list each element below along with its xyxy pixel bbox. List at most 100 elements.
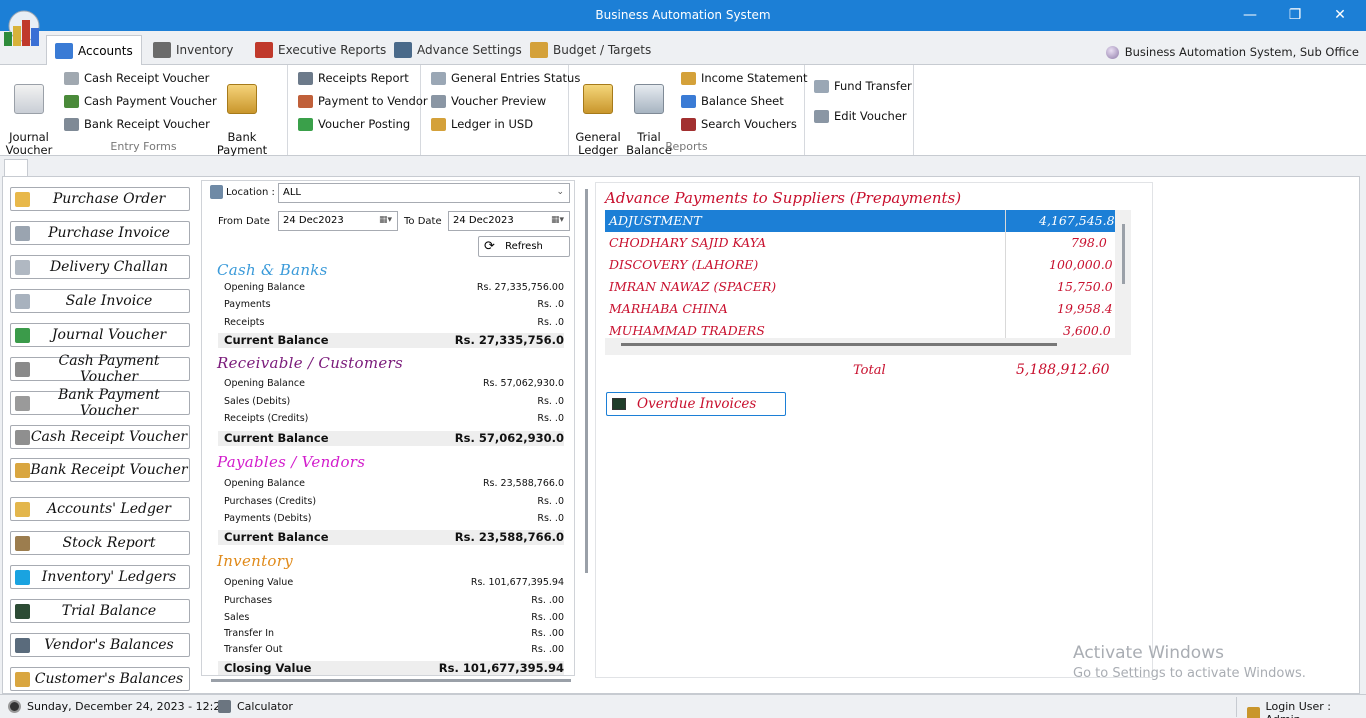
row-label: Opening Value — [224, 577, 294, 588]
payment-to-vendor-button[interactable]: Payment to Vendor — [298, 94, 428, 108]
receipts-report-button[interactable]: Receipts Report — [298, 71, 409, 85]
nav-delivery-challan-button[interactable]: Delivery Challan — [10, 255, 190, 279]
row-value: Rs. .00 — [531, 644, 564, 655]
to-date-picker[interactable]: 24 Dec2023 ▦▾ — [448, 211, 570, 231]
summary-row: Purchases (Credits) Rs. .0 — [224, 494, 564, 510]
ledger-in-usd-button[interactable]: Ledger in USD — [431, 117, 533, 131]
location-select[interactable]: ALL ⌄ — [278, 183, 570, 203]
cash-payment-voucher-button[interactable]: Cash Payment Voucher — [64, 94, 217, 108]
to-date-value: 24 Dec2023 — [453, 215, 514, 226]
table-row[interactable]: ADJUSTMENT 4,167,545.8 — [605, 210, 1115, 232]
ribbon-tab-bar: Accounts Inventory Executive Reports Adv… — [0, 31, 1366, 66]
table-row[interactable]: IMRAN NAWAZ (SPACER) 15,750.0 — [605, 276, 1115, 298]
summary-vertical-scrollbar[interactable] — [585, 189, 588, 573]
bank-receipt-voucher-button[interactable]: Bank Receipt Voucher — [64, 117, 210, 131]
grid-vertical-scrollbar[interactable] — [1122, 224, 1125, 284]
voucher-posting-button[interactable]: Voucher Posting — [298, 117, 410, 131]
supplier-amount: 15,750.0 — [1057, 279, 1113, 294]
prepayments-grid[interactable]: ADJUSTMENT 4,167,545.8 CHODHARY SAJID KA… — [605, 210, 1131, 355]
nav-inventory-ledgers-button[interactable]: Inventory' Ledgers — [10, 565, 190, 589]
document-tab[interactable] — [4, 159, 28, 177]
general-entries-status-button[interactable]: General Entries Status — [431, 71, 580, 85]
from-date-label: From Date — [218, 216, 270, 227]
app-logo-icon[interactable] — [0, 6, 44, 52]
journal-voucher-icon — [15, 328, 30, 343]
row-label: Transfer Out — [224, 644, 283, 655]
total-value: Rs. 27,335,756.0 — [454, 333, 564, 347]
tab-executive-reports[interactable]: Executive Reports — [247, 35, 394, 65]
nav-accounts-ledger-button[interactable]: Accounts' Ledger — [10, 497, 190, 521]
table-row[interactable]: MARHABA CHINA 19,958.4 — [605, 298, 1115, 320]
location-building-icon — [210, 185, 223, 199]
nav-label: Customer's Balances — [34, 671, 184, 687]
voucher-preview-button[interactable]: Voucher Preview — [431, 94, 546, 108]
balance-sheet-button[interactable]: Balance Sheet — [681, 94, 784, 108]
summary-row: Receipts (Credits) Rs. .0 — [224, 411, 564, 427]
refresh-button[interactable]: ⟳ Refresh — [478, 236, 570, 257]
login-text: Login User : Admin — [1265, 700, 1331, 718]
nav-trial-balance-button[interactable]: Trial Balance — [10, 599, 190, 623]
nav-purchase-invoice-button[interactable]: Purchase Invoice — [10, 221, 190, 245]
prepayments-total-label: Total — [853, 363, 886, 378]
summary-row: Payments (Debits) Rs. .0 — [224, 511, 564, 527]
nav-cash-receipt-voucher-button[interactable]: Cash Receipt Voucher — [10, 425, 190, 449]
row-value: Rs. 57,062,930.0 — [482, 378, 564, 389]
from-date-picker[interactable]: 24 Dec2023 ▦▾ — [278, 211, 398, 231]
summary-panel: Location : ALL ⌄ From Date 24 Dec2023 ▦▾… — [201, 180, 575, 676]
total-value: Rs. 57,062,930.0 — [454, 431, 564, 445]
column-divider — [1005, 320, 1006, 338]
total-label: Closing Value — [224, 661, 312, 675]
nav-sale-invoice-button[interactable]: Sale Invoice — [10, 289, 190, 313]
summary-row: Opening Value Rs. 101,677,395.94 — [224, 575, 564, 591]
bank-receipt-label: Bank Receipt Voucher — [84, 117, 210, 131]
cash-receipt-voucher-button[interactable]: Cash Receipt Voucher — [64, 71, 209, 85]
purchase-invoice-icon — [15, 226, 30, 241]
fund-transfer-button[interactable]: Fund Transfer — [814, 79, 912, 93]
nav-label: Bank Payment Voucher — [58, 387, 160, 419]
purchase-order-icon — [15, 192, 30, 207]
close-button[interactable]: ✕ — [1320, 4, 1360, 26]
summary-horizontal-scrollbar[interactable] — [211, 679, 571, 682]
refresh-label: Refresh — [505, 241, 543, 252]
edit-voucher-button[interactable]: Edit Voucher — [814, 109, 907, 123]
table-row[interactable]: CHODHARY SAJID KAYA 798.0 — [605, 232, 1115, 254]
tab-budget-targets[interactable]: Budget / Targets — [522, 35, 659, 65]
nav-label: Sale Invoice — [65, 293, 153, 309]
grid-horizontal-scrollbar[interactable] — [621, 343, 1057, 346]
row-label: Receipts (Credits) — [224, 413, 309, 424]
summary-row: Payments Rs. .0 — [224, 297, 564, 313]
tab-inventory[interactable]: Inventory — [145, 35, 241, 65]
row-value: Rs. .0 — [537, 396, 564, 407]
row-value: Rs. .0 — [537, 513, 564, 524]
voucher-posting-label: Voucher Posting — [318, 117, 411, 131]
supplier-amount: 4,167,545.8 — [1039, 213, 1115, 228]
tab-label: Advance Settings — [417, 43, 522, 57]
nav-cash-payment-voucher-button[interactable]: Cash Payment Voucher — [10, 353, 190, 385]
tab-accounts[interactable]: Accounts — [46, 35, 142, 66]
nav-bank-receipt-voucher-button[interactable]: Bank Receipt Voucher — [10, 458, 190, 482]
calculator-button[interactable]: Calculator — [218, 700, 293, 713]
income-statement-label: Income Statement — [701, 71, 808, 85]
table-row[interactable]: DISCOVERY (LAHORE) 100,000.0 — [605, 254, 1115, 276]
status-login-user: Login User : Admin — [1247, 700, 1366, 718]
restore-button[interactable]: ❐ — [1275, 4, 1315, 26]
search-vouchers-button[interactable]: Search Vouchers — [681, 117, 797, 131]
nav-purchase-order-button[interactable]: Purchase Order — [10, 187, 190, 211]
row-value: Rs. .0 — [537, 413, 564, 424]
nav-label: Stock Report — [62, 535, 156, 551]
income-statement-button[interactable]: Income Statement — [681, 71, 808, 85]
total-label: Current Balance — [224, 333, 329, 347]
summary-row: Receipts Rs. .0 — [224, 315, 564, 331]
nav-bank-payment-voucher-button[interactable]: Bank Payment Voucher — [10, 387, 190, 419]
nav-stock-report-button[interactable]: Stock Report — [10, 531, 190, 555]
nav-vendor-balances-button[interactable]: Vendor's Balances — [10, 633, 190, 657]
nav-journal-voucher-button[interactable]: Journal Voucher — [10, 323, 190, 347]
tab-advance-settings[interactable]: Advance Settings — [386, 35, 530, 65]
supplier-amount: 3,600.0 — [1063, 323, 1111, 338]
ribbon-group-entries: General Entries Status Voucher Preview L… — [421, 65, 580, 155]
table-row[interactable]: MUHAMMAD TRADERS 3,600.0 — [605, 320, 1115, 338]
checkmark-icon — [298, 117, 313, 131]
nav-customer-balances-button[interactable]: Customer's Balances — [10, 667, 190, 691]
minimize-button[interactable]: — — [1230, 4, 1270, 26]
overdue-invoices-button[interactable]: Overdue Invoices — [606, 392, 786, 416]
